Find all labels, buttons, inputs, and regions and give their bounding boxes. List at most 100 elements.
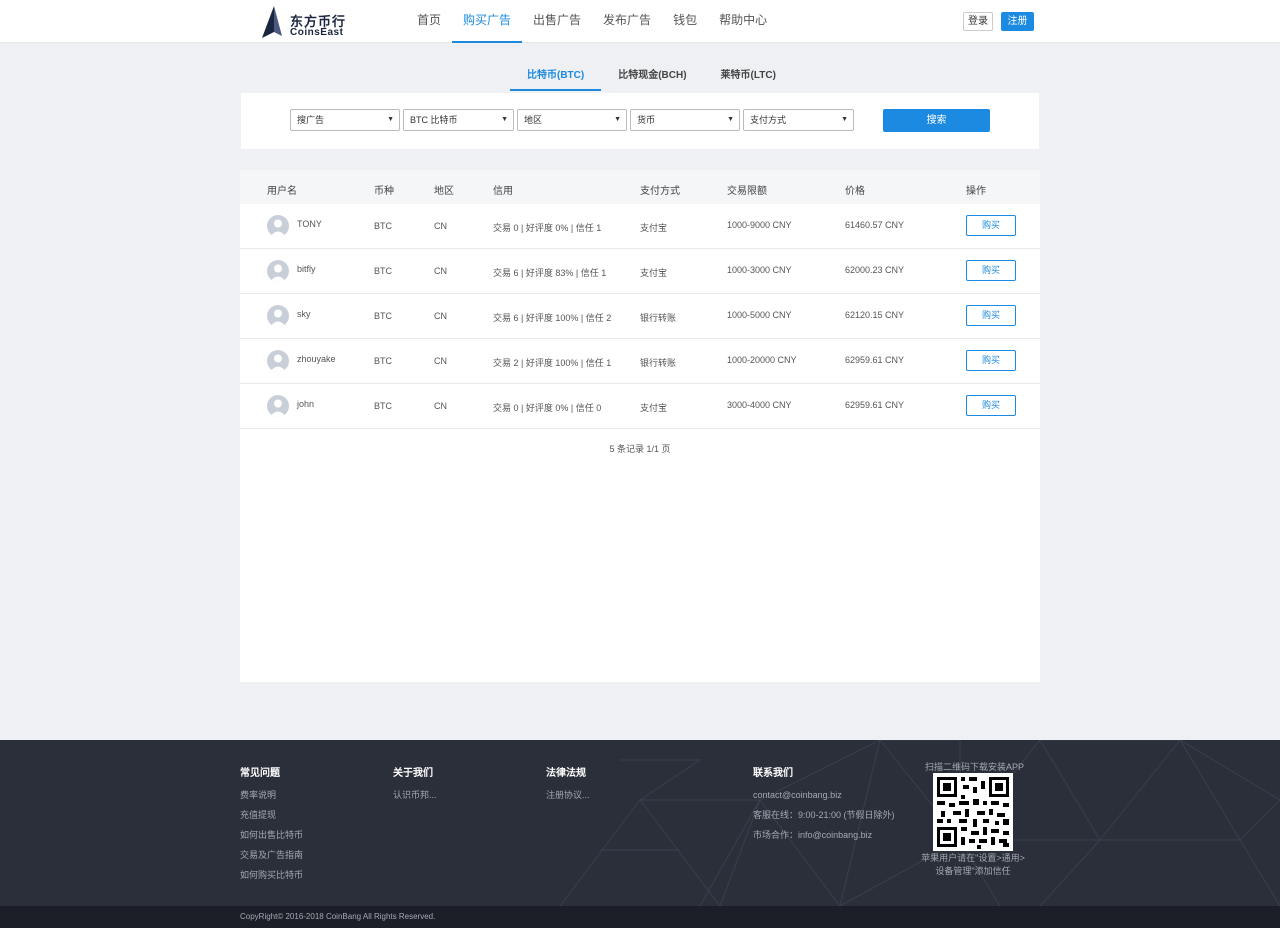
footer-link[interactable]: 充值提现	[240, 809, 303, 829]
nav-home[interactable]: 首页	[406, 0, 452, 43]
tab-btc[interactable]: 比特币(BTC)	[510, 66, 602, 91]
nav-buy-ads[interactable]: 购买广告	[452, 0, 523, 43]
avatar[interactable]	[267, 350, 289, 372]
footer-link[interactable]: 费率说明	[240, 789, 303, 809]
username[interactable]: TONY	[297, 219, 322, 229]
buy-button[interactable]: 购买	[966, 350, 1016, 371]
register-button[interactable]: 注册	[1001, 12, 1034, 31]
logo[interactable]: 东方币行 CoinsEast	[260, 6, 360, 40]
table-row: sky BTC CN 交易 6 | 好评度 100% | 信任 2 银行转账 1…	[240, 294, 1040, 339]
filter-panel: 搜广告 ▼ BTC 比特币 ▼ 地区 ▼ 货币 ▼ 支付方式 ▼ 搜索	[241, 93, 1039, 149]
payment: 支付宝	[640, 403, 668, 413]
col-region: 地区	[434, 186, 454, 197]
avatar[interactable]	[267, 260, 289, 282]
buy-button[interactable]: 购买	[966, 395, 1016, 416]
payment: 银行转账	[640, 313, 677, 323]
search-button[interactable]: 搜索	[883, 109, 990, 132]
ads-table: 用户名 币种 地区 信用 支付方式 交易限额 价格 操作 TONY BTC CN…	[240, 170, 1040, 682]
footer-col-contact: 联系我们 contact@coinbang.biz 客服在线：9:00-21:0…	[753, 764, 895, 849]
copyright-bar: CopyRight© 2016-2018 CoinBang All Rights…	[0, 906, 1280, 928]
nav-help-center[interactable]: 帮助中心	[708, 0, 778, 43]
footer-title: 常见问题	[240, 768, 280, 779]
username[interactable]: sky	[297, 309, 311, 319]
coin-tabs: 比特币(BTC) 比特现金(BCH) 莱特币(LTC)	[510, 66, 793, 91]
price: 62000.23 CNY	[845, 265, 905, 275]
footer-link[interactable]: 如何购买比特币	[240, 869, 303, 889]
avatar[interactable]	[267, 305, 289, 327]
coin: BTC	[374, 401, 392, 411]
footer-link[interactable]: 认识币邦...	[393, 789, 437, 809]
table-row: TONY BTC CN 交易 0 | 好评度 0% | 信任 1 支付宝 100…	[240, 204, 1040, 249]
username[interactable]: john	[297, 399, 314, 409]
region-value: 地区	[524, 115, 543, 125]
coin: BTC	[374, 356, 392, 366]
credit: 交易 0 | 好评度 0% | 信任 1	[493, 223, 602, 233]
nav-post-ad[interactable]: 发布广告	[592, 0, 662, 43]
business-email[interactable]: 市场合作：info@coinbang.biz	[753, 829, 895, 849]
login-button[interactable]: 登录	[963, 12, 993, 31]
table-row: john BTC CN 交易 0 | 好评度 0% | 信任 0 支付宝 300…	[240, 384, 1040, 429]
pagination-info: 5 条记录 1/1 页	[609, 444, 671, 454]
footer-link[interactable]: 如何出售比特币	[240, 829, 303, 849]
logo-text-en: CoinsEast	[290, 27, 344, 38]
footer-title: 关于我们	[393, 768, 433, 779]
col-price: 价格	[845, 186, 865, 197]
avatar[interactable]	[267, 395, 289, 417]
qr-note-line: 苹果用户请在"设置>通用>	[921, 853, 1025, 863]
sail-logo-icon	[262, 6, 282, 38]
price: 62959.61 CNY	[845, 355, 905, 365]
coin-select[interactable]: BTC 比特币 ▼	[403, 109, 514, 131]
ad-type-select[interactable]: 搜广告 ▼	[290, 109, 400, 131]
table-header: 用户名 币种 地区 信用 支付方式 交易限额 价格 操作	[240, 170, 1040, 204]
region: CN	[434, 356, 447, 366]
footer-link[interactable]: 注册协议...	[546, 789, 590, 809]
caret-down-icon: ▼	[614, 116, 621, 123]
region-select[interactable]: 地区 ▼	[517, 109, 627, 131]
qr-code-icon	[933, 773, 1013, 851]
coin: BTC	[374, 311, 392, 321]
col-limit: 交易限额	[727, 186, 767, 197]
username[interactable]: zhouyake	[297, 354, 336, 364]
tab-ltc[interactable]: 莱特币(LTC)	[704, 66, 793, 91]
buy-button[interactable]: 购买	[966, 215, 1016, 236]
qr-note-line: 设备管理"添加信任	[935, 866, 1011, 876]
credit: 交易 6 | 好评度 100% | 信任 2	[493, 313, 612, 323]
nav-sell-ads[interactable]: 出售广告	[522, 0, 592, 43]
limit: 1000-9000 CNY	[727, 220, 792, 230]
credit: 交易 6 | 好评度 83% | 信任 1	[493, 268, 607, 278]
caret-down-icon: ▼	[841, 116, 848, 123]
price: 62959.61 CNY	[845, 400, 905, 410]
coin: BTC	[374, 221, 392, 231]
caret-down-icon: ▼	[727, 116, 734, 123]
avatar[interactable]	[267, 215, 289, 237]
col-coin: 币种	[374, 186, 394, 197]
coin: BTC	[374, 266, 392, 276]
table-row: bitfly BTC CN 交易 6 | 好评度 83% | 信任 1 支付宝 …	[240, 249, 1040, 294]
payment: 银行转账	[640, 358, 677, 368]
payment: 支付宝	[640, 223, 668, 233]
payment-select[interactable]: 支付方式 ▼	[743, 109, 854, 131]
footer-title: 联系我们	[753, 768, 793, 779]
limit: 1000-3000 CNY	[727, 265, 792, 275]
buy-button[interactable]: 购买	[966, 260, 1016, 281]
contact-email[interactable]: contact@coinbang.biz	[753, 789, 895, 809]
limit: 1000-20000 CNY	[727, 355, 797, 365]
price: 62120.15 CNY	[845, 310, 905, 320]
limit: 3000-4000 CNY	[727, 400, 792, 410]
footer-link[interactable]: 交易及广告指南	[240, 849, 303, 869]
coin-value: BTC 比特币	[410, 115, 458, 125]
credit: 交易 0 | 好评度 0% | 信任 0	[493, 403, 602, 413]
region: CN	[434, 266, 447, 276]
table-row: zhouyake BTC CN 交易 2 | 好评度 100% | 信任 1 银…	[240, 339, 1040, 384]
limit: 1000-5000 CNY	[727, 310, 792, 320]
nav-wallet[interactable]: 钱包	[662, 0, 708, 43]
payment-value: 支付方式	[750, 115, 787, 125]
currency-select[interactable]: 货币 ▼	[630, 109, 740, 131]
col-action: 操作	[966, 186, 986, 197]
buy-button[interactable]: 购买	[966, 305, 1016, 326]
username[interactable]: bitfly	[297, 264, 316, 274]
credit: 交易 2 | 好评度 100% | 信任 1	[493, 358, 612, 368]
qr-title: 扫描二维码下载安装APP	[925, 762, 1025, 772]
footer: 常见问题 费率说明 充值提现 如何出售比特币 交易及广告指南 如何购买比特币 关…	[0, 740, 1280, 906]
tab-bch[interactable]: 比特现金(BCH)	[601, 66, 703, 91]
